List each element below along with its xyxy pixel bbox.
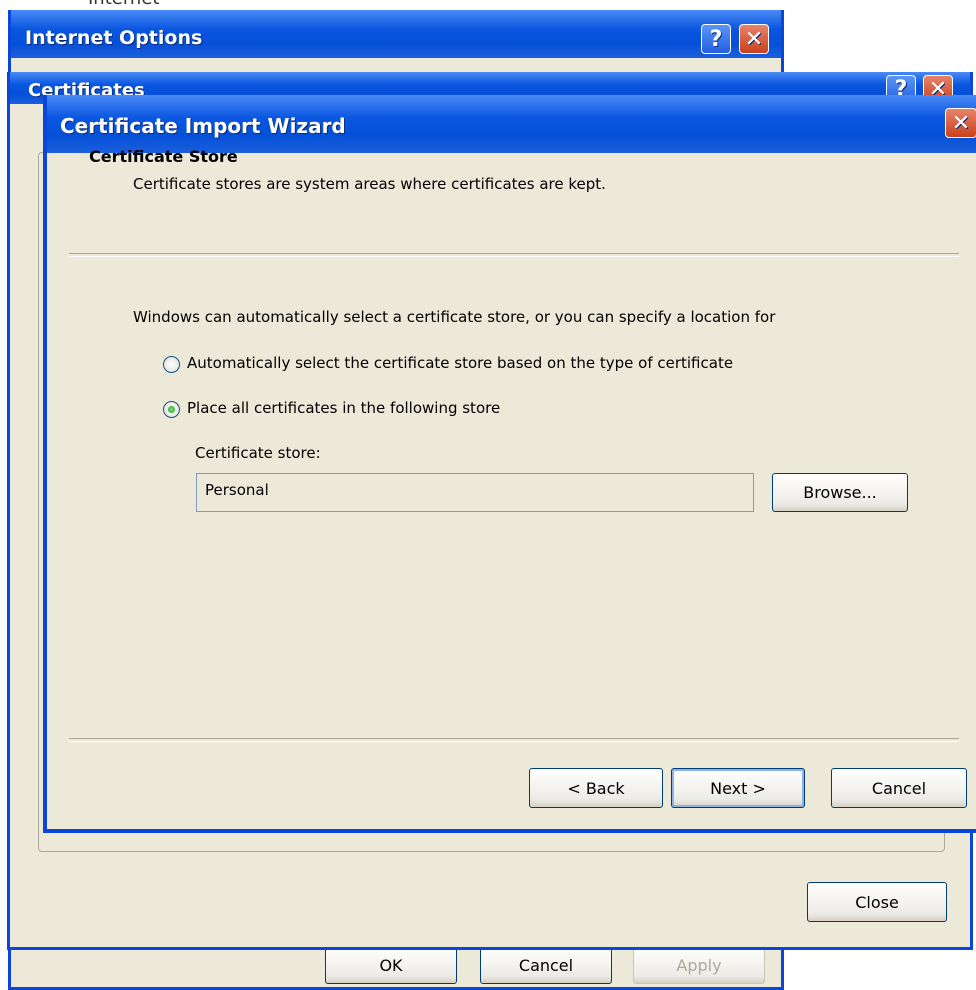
wizard-intro-text: Windows can automatically select a certi… bbox=[133, 308, 776, 326]
back-button[interactable]: < Back bbox=[529, 768, 663, 808]
auto-select-radio[interactable] bbox=[163, 356, 180, 373]
footer-separator bbox=[69, 738, 959, 742]
certificate-store-field: Personal bbox=[196, 473, 754, 512]
place-all-radio[interactable] bbox=[163, 401, 180, 418]
close-button[interactable]: Close bbox=[807, 882, 947, 922]
wizard-title: Certificate Import Wizard bbox=[60, 114, 346, 138]
wizard-titlebar[interactable]: Certificate Import Wizard ✕ bbox=[47, 95, 976, 153]
cancel-button[interactable]: Cancel bbox=[831, 768, 967, 808]
wizard-header-title: Certificate Store bbox=[89, 147, 238, 166]
close-icon[interactable]: ✕ bbox=[739, 24, 769, 54]
auto-select-label[interactable]: Automatically select the certificate sto… bbox=[187, 354, 733, 372]
ok-button[interactable]: OK bbox=[325, 946, 457, 984]
next-button[interactable]: Next > bbox=[671, 768, 805, 808]
certificate-import-wizard: Certificate Import Wizard ✕ Certificate … bbox=[43, 95, 976, 833]
browse-button[interactable]: Browse... bbox=[772, 473, 908, 512]
place-all-label[interactable]: Place all certificates in the following … bbox=[187, 399, 500, 417]
background-app-title: Internet bbox=[88, 0, 159, 9]
help-icon[interactable]: ? bbox=[701, 24, 731, 54]
internet-options-titlebar[interactable]: Internet Options ? ✕ bbox=[11, 10, 781, 58]
cancel-button[interactable]: Cancel bbox=[480, 946, 612, 984]
radio-selected-dot bbox=[168, 406, 175, 413]
apply-button[interactable]: Apply bbox=[633, 946, 765, 984]
close-icon[interactable]: ✕ bbox=[945, 108, 976, 138]
header-separator bbox=[69, 253, 959, 257]
certificate-store-label: Certificate store: bbox=[195, 444, 321, 462]
certificate-store-value: Personal bbox=[205, 481, 269, 499]
internet-options-title: Internet Options bbox=[25, 27, 203, 49]
wizard-header-subtitle: Certificate stores are system areas wher… bbox=[133, 175, 606, 193]
